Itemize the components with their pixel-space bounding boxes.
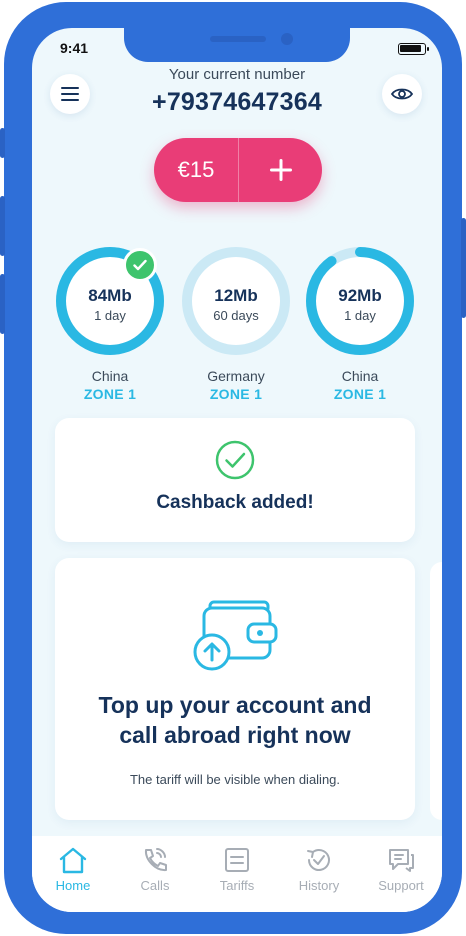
tab-label: Home [55, 878, 91, 893]
package-duration: 60 days [213, 308, 259, 323]
tab-label: Calls [140, 878, 170, 893]
tab-calls[interactable]: Calls [115, 846, 195, 912]
next-card-peek[interactable] [430, 562, 442, 820]
history-icon [307, 849, 330, 871]
package-amount: 92Mb [338, 286, 382, 305]
package-duration: 1 day [344, 308, 376, 323]
topup-title-line2: call abroad right now [119, 722, 351, 748]
tab-label: Support [378, 878, 424, 893]
balance-pill: €15 [154, 138, 322, 202]
current-number-label: Your current number [168, 66, 306, 83]
volume-down-button [0, 274, 5, 334]
check-icon [133, 259, 147, 271]
package-amount: 12Mb [214, 286, 258, 305]
battery-icon [398, 43, 429, 55]
cashback-message: Cashback added! [156, 492, 314, 513]
balance-amount[interactable]: €15 [154, 138, 238, 202]
tariffs-icon [225, 848, 249, 872]
phone-frame: 9:41 Your current number +79374647364 €1… [0, 2, 466, 934]
tab-label: History [298, 878, 340, 893]
cashback-card: Cashback added! [55, 418, 415, 542]
plus-icon [269, 159, 292, 181]
check-circle-icon [215, 440, 255, 480]
top-up-button[interactable] [239, 138, 322, 202]
status-time: 9:41 [60, 40, 89, 56]
volume-up-button [0, 196, 5, 256]
package-card[interactable]: 84Mb 1 day China ZONE 1 [55, 246, 165, 402]
power-button [461, 218, 466, 318]
tab-label: Tariffs [219, 878, 255, 893]
support-icon [389, 849, 414, 872]
mute-switch [0, 128, 5, 158]
package-country: Germany [207, 368, 265, 384]
phone-icon [144, 848, 167, 872]
package-country: China [341, 368, 379, 384]
app-screen: 9:41 Your current number +79374647364 €1… [32, 28, 442, 912]
topup-subtitle: The tariff will be visible when dialing. [129, 772, 341, 787]
bottom-tab-bar: Home Calls Tariffs History Support [32, 836, 442, 912]
tab-support[interactable]: Support [361, 846, 441, 912]
tab-tariffs[interactable]: Tariffs [197, 846, 277, 912]
package-card[interactable]: 12Mb 60 days Germany ZONE 1 [181, 246, 291, 402]
active-badge [123, 248, 157, 282]
package-zone: ZONE 1 [209, 386, 263, 402]
tab-home[interactable]: Home [33, 846, 113, 912]
topup-title: Top up your account and call abroad righ… [55, 690, 415, 750]
home-icon [59, 847, 87, 874]
wallet-icon [193, 600, 278, 671]
front-camera [281, 33, 293, 45]
speaker-grille [210, 36, 266, 42]
notch [124, 28, 350, 62]
package-duration: 1 day [94, 308, 126, 323]
current-phone-number: +79374647364 [152, 88, 322, 116]
tab-history[interactable]: History [279, 846, 359, 912]
package-card[interactable]: 92Mb 1 day China ZONE 1 [305, 246, 415, 402]
topup-title-line1: Top up your account and [98, 692, 372, 718]
package-zone: ZONE 1 [83, 386, 137, 402]
package-zone: ZONE 1 [333, 386, 387, 402]
topup-promo-card[interactable]: Top up your account and call abroad righ… [55, 558, 415, 820]
package-country: China [91, 368, 129, 384]
package-amount: 84Mb [88, 286, 132, 305]
